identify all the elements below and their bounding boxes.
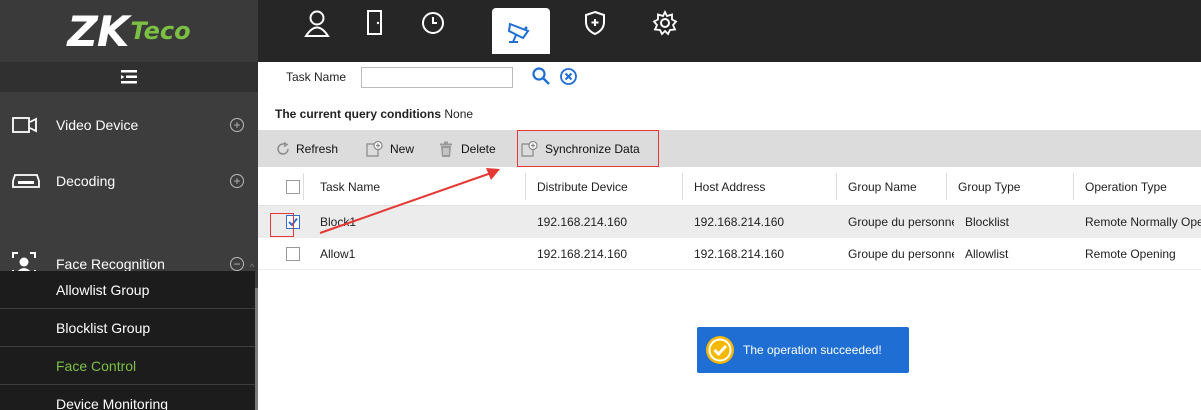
success-toast: The operation succeeded!	[697, 327, 909, 373]
cell-task-name: Block1	[320, 214, 357, 229]
sidebar-item-face-control[interactable]: Face Control	[0, 347, 255, 384]
toast-message: The operation succeeded!	[743, 343, 882, 357]
cell-host-address: 192.168.214.160	[694, 214, 785, 229]
new-label: New	[390, 141, 415, 156]
door-icon	[367, 10, 382, 35]
delete-label: Delete	[461, 141, 496, 156]
delete-icon	[440, 141, 452, 157]
annotation-highlight-box	[517, 130, 659, 167]
query-conditions-value: None	[444, 107, 474, 121]
module-tab-video[interactable]	[492, 8, 550, 54]
table-row[interactable]: Allow1 192.168.214.160 192.168.214.160 G…	[258, 238, 1201, 270]
shield-icon	[585, 10, 605, 36]
cell-task-name: Allow1	[320, 246, 356, 261]
cell-group-name: Groupe du personnel	[848, 246, 954, 261]
decoder-icon	[12, 174, 40, 188]
module-tab-access[interactable]	[346, 0, 404, 46]
table-header: Task Name Distribute Device Host Address…	[258, 167, 1201, 206]
select-all-cell[interactable]	[286, 167, 300, 206]
cell-host-address: 192.168.214.160	[694, 246, 785, 261]
cell-group-type: Blocklist	[965, 214, 1010, 229]
success-check-icon	[706, 336, 734, 364]
cell-group-name: Groupe du personnel	[848, 214, 954, 229]
cell-distribute-device: 192.168.214.160	[537, 214, 628, 229]
column-divider	[682, 173, 683, 200]
main-content: Task Name The current query conditions N…	[258, 62, 1201, 410]
sidebar-group-label: Video Device	[56, 117, 139, 133]
module-tab-system[interactable]	[636, 0, 694, 46]
column-divider	[525, 173, 526, 200]
refresh-button[interactable]: Refresh	[276, 130, 338, 167]
refresh-label: Refresh	[296, 141, 339, 156]
module-tab-personnel[interactable]	[288, 0, 346, 46]
cell-group-type: Allowlist	[965, 246, 1009, 261]
sidebar-group-label: Decoding	[56, 173, 116, 189]
sidebar-item-allowlist-group[interactable]: Allowlist Group	[0, 271, 255, 308]
cell-distribute-device: 192.168.214.160	[537, 246, 628, 261]
module-tab-attendance[interactable]	[404, 0, 462, 46]
row-checkbox-cell[interactable]	[286, 238, 300, 269]
delete-button[interactable]: Delete	[437, 130, 496, 167]
sidebar-group-decoding[interactable]: Decoding +	[0, 154, 258, 208]
column-divider	[836, 173, 837, 200]
column-header-group-type[interactable]: Group Type	[958, 167, 1020, 206]
column-header-host-address[interactable]: Host Address	[694, 167, 765, 206]
column-header-distribute-device[interactable]: Distribute Device	[537, 167, 628, 206]
clock-icon	[422, 12, 444, 34]
query-conditions: The current query conditions None	[275, 107, 473, 121]
new-document-icon	[366, 140, 383, 157]
annotation-highlight-box	[270, 213, 294, 237]
new-button[interactable]: New	[366, 130, 414, 167]
column-header-group-name[interactable]: Group Name	[848, 167, 917, 206]
collapse-minus-icon[interactable]: −	[230, 257, 244, 271]
query-conditions-label: The current query conditions	[275, 107, 442, 121]
cell-operation-type: Remote Opening	[1085, 246, 1176, 261]
expand-plus-icon[interactable]: +	[230, 118, 244, 132]
logo-suffix-text: Teco	[130, 17, 191, 45]
menu-collapse-icon	[121, 70, 137, 84]
column-divider	[946, 173, 947, 200]
sidebar-item-device-monitoring[interactable]: Device Monitoring	[0, 385, 255, 410]
search-icon[interactable]	[531, 66, 551, 86]
row-checkbox[interactable]	[286, 246, 300, 261]
cell-operation-type: Remote Normally Open	[1085, 214, 1201, 229]
column-divider	[1073, 173, 1074, 200]
brand-logo: ZK Teco	[0, 0, 258, 62]
scroll-up-arrow-icon[interactable]: ^	[250, 262, 254, 272]
column-header-task-name[interactable]: Task Name	[320, 167, 380, 206]
refresh-icon	[277, 141, 289, 155]
sidebar: Video Device + Decoding + Face Recogniti…	[0, 62, 258, 410]
column-header-operation-type[interactable]: Operation Type	[1085, 167, 1167, 206]
sidebar-collapse-toggle[interactable]	[0, 62, 258, 92]
clear-icon[interactable]	[559, 67, 578, 86]
expand-plus-icon[interactable]: +	[230, 174, 244, 188]
sidebar-group-label: Face Recognition	[56, 256, 165, 272]
top-navigation-bar: ZK Teco	[0, 0, 1201, 62]
sidebar-group-video-device[interactable]: Video Device +	[0, 98, 258, 152]
task-name-input[interactable]	[361, 67, 513, 88]
column-divider	[303, 173, 304, 200]
select-all-checkbox[interactable]	[286, 179, 300, 194]
gear-icon	[652, 10, 678, 36]
module-tab-security[interactable]	[566, 0, 624, 46]
table-row[interactable]: Block1 192.168.214.160 192.168.214.160 G…	[258, 206, 1201, 238]
sidebar-item-blocklist-group[interactable]: Blocklist Group	[0, 309, 255, 346]
person-icon	[304, 10, 330, 37]
video-device-icon	[12, 117, 37, 133]
logo-main-text: ZK	[67, 6, 129, 56]
camera-icon	[507, 22, 530, 43]
search-label: Task Name	[286, 70, 347, 84]
